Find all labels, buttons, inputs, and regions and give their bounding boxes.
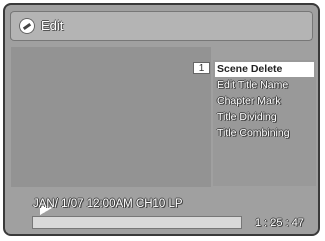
disc-edit-icon [19,18,35,34]
menu-item-chapter-mark[interactable]: Chapter Mark [213,93,316,109]
title-bar: Edit [10,11,313,41]
chapter-number-badge: 1 [193,62,210,74]
menu-item-title-dividing[interactable]: Title Dividing [213,109,316,125]
edit-menu: Scene Delete Edit Title Name Chapter Mar… [213,60,316,186]
playback-progress-bar [32,216,242,229]
recording-info: JAN/ 1/07 12:00AM CH10 LP [33,198,183,210]
video-preview: 1 [11,47,211,215]
screen-title: Edit [41,18,64,33]
menu-item-title-combining[interactable]: Title Combining [213,125,316,141]
elapsed-time: 1 : 25 : 47 [255,217,304,229]
menu-item-edit-title-name[interactable]: Edit Title Name [213,77,316,93]
dvd-edit-screen: Edit 1 Scene Delete Edit Title Name Chap… [3,3,320,236]
menu-item-scene-delete[interactable]: Scene Delete [215,62,314,77]
